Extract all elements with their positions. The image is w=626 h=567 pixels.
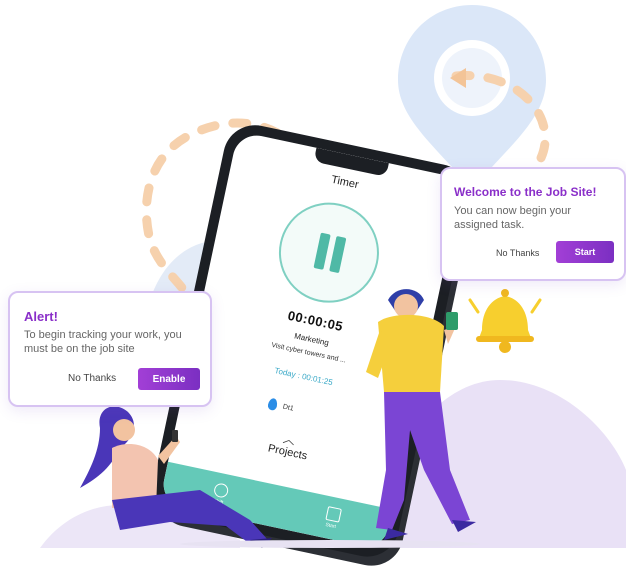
location-pin-icon [267,397,279,412]
play-icon [324,505,342,523]
alert-title: Alert! [24,309,58,324]
alert-card: Alert! To begin tracking your work, you … [8,291,212,407]
nav-label: Start [324,521,337,531]
pause-icon-bar [329,235,347,274]
location-pin-icon [212,482,229,499]
enable-button[interactable]: Enable [138,368,200,390]
pause-button[interactable] [269,193,389,312]
location-label: Dt1 [282,403,295,413]
welcome-card: Welcome to the Job Site! You can now beg… [440,167,626,281]
location-row[interactable]: Dt1 [267,397,295,414]
start-button[interactable]: Start [556,241,614,263]
bell-icon [468,289,542,353]
no-thanks-button[interactable]: No Thanks [68,373,116,384]
nav-label: Shift [212,498,224,507]
pause-icon [313,232,331,270]
nav-item-shift[interactable]: Shift [211,482,229,506]
nav-item-start[interactable]: Start [323,505,342,531]
illustration-stage: Timer 00:00:05 Marketing Visit cyber tow… [0,0,626,563]
welcome-title: Welcome to the Job Site! [454,185,597,199]
welcome-message: You can now begin your assigned task. [454,205,572,231]
alert-message: To begin tracking your work, you must be… [24,329,182,355]
no-thanks-button[interactable]: No Thanks [496,248,539,258]
